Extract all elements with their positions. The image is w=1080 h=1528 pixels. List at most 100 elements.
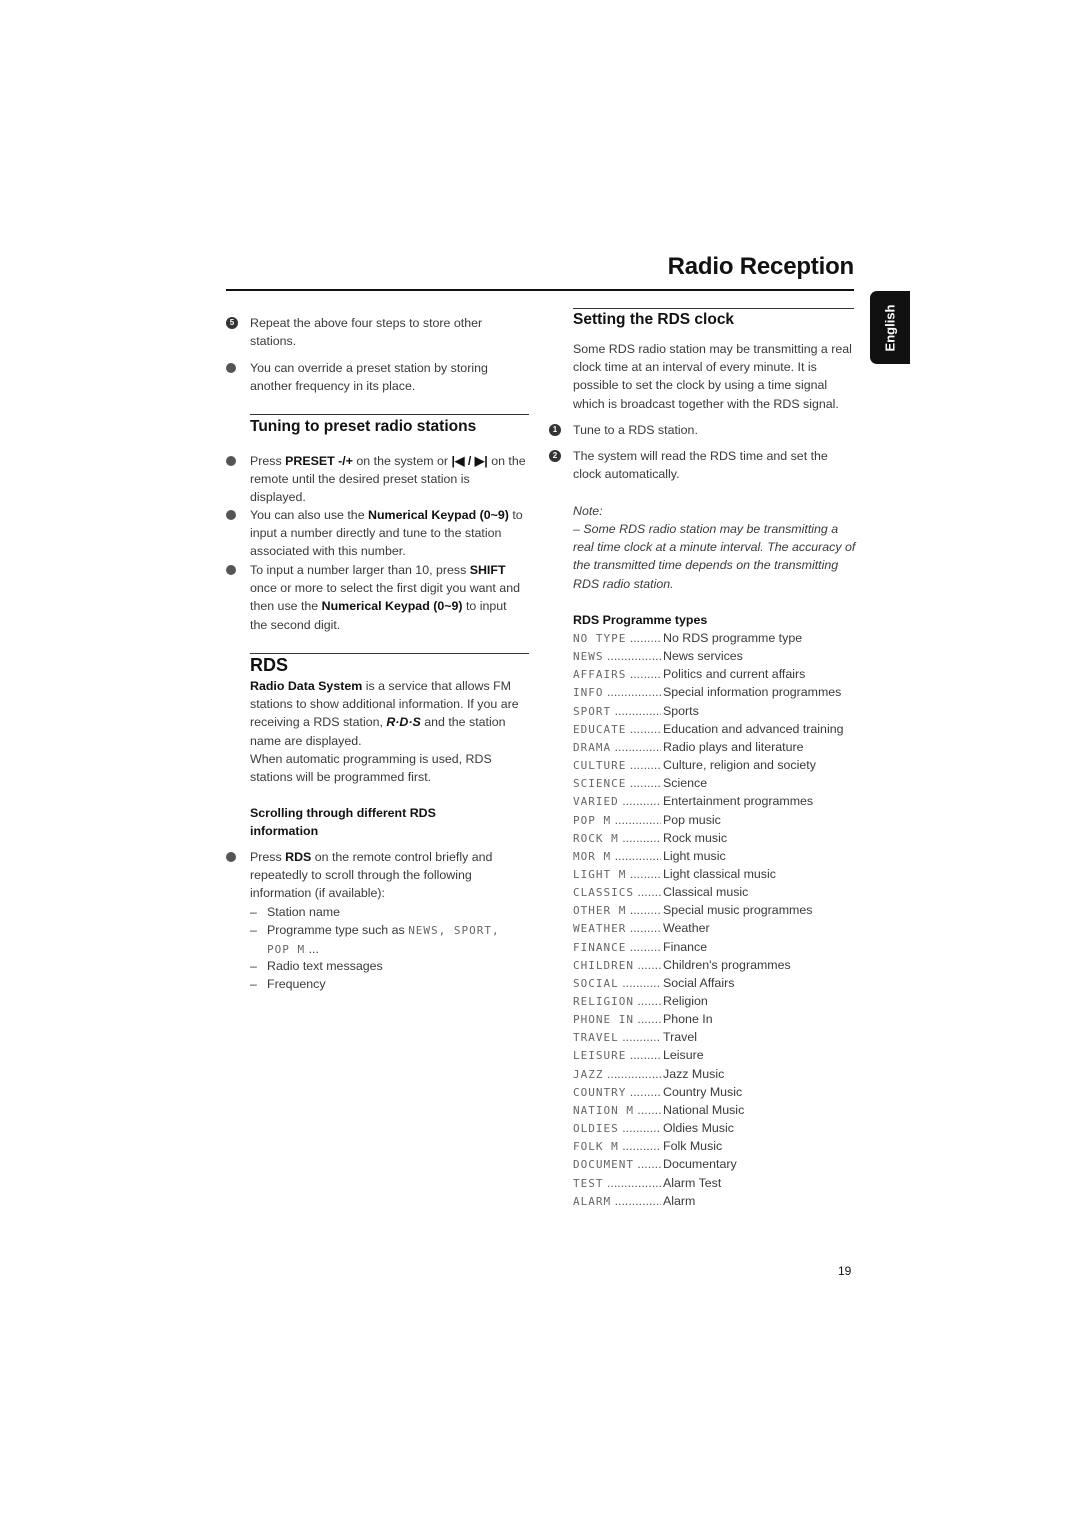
lcd-code: SPORT: [573, 704, 612, 718]
programme-type-description: Politics and current affairs: [663, 667, 806, 682]
programme-type-code: ROCK M .................................…: [573, 829, 661, 848]
programme-type-row: NEWS ...................................…: [573, 647, 863, 665]
step-number-5-icon: 5: [226, 317, 238, 329]
programme-type-code: SCIENCE ................................…: [573, 774, 661, 793]
leader-dots: ........................................: [629, 758, 661, 773]
section-rule: [573, 308, 854, 309]
override-note-text: You can override a preset station by sto…: [250, 361, 488, 394]
programme-type-code: WEATHER ................................…: [573, 919, 661, 938]
lcd-code: FOLK M: [573, 1140, 619, 1154]
programme-type-row: SPORT ..................................…: [573, 702, 863, 720]
page-title: Radio Reception: [667, 253, 855, 280]
programme-type-description: Culture, religion and society: [663, 758, 816, 773]
lcd-code: NATION M: [573, 1103, 634, 1117]
leader-dots: ........................................: [622, 975, 661, 990]
programme-type-row: MOR M ..................................…: [573, 847, 863, 865]
programme-type-code: OTHER M ................................…: [573, 901, 661, 920]
lcd-code: SCIENCE: [573, 777, 627, 791]
programme-type-description: Oldies Music: [663, 1121, 734, 1136]
programme-type-code: NO TYPE ................................…: [573, 629, 661, 648]
programme-type-code: PHONE IN ...............................…: [573, 1010, 661, 1029]
step-text: Tune to a RDS station.: [573, 423, 698, 437]
programme-type-code: TEST ...................................…: [573, 1174, 661, 1193]
programme-type-row: ALARM ..................................…: [573, 1192, 863, 1210]
programme-type-row: CLASSICS ...............................…: [573, 883, 863, 901]
tuning-bullet-1: Press PRESET -/+ on the system or |◀ / ▶…: [226, 452, 526, 507]
override-note: You can override a preset station by sto…: [226, 359, 526, 395]
programme-type-description: Documentary: [663, 1157, 737, 1172]
text: To input a number larger than 10, press: [250, 563, 470, 577]
tuning-heading: Tuning to preset radio stations: [250, 418, 477, 435]
programme-type-row: SOCIAL .................................…: [573, 974, 863, 992]
programme-type-code: SOCIAL .................................…: [573, 974, 661, 993]
programme-type-description: National Music: [663, 1102, 745, 1117]
scroll-bullet: Press RDS on the remote control briefly …: [226, 848, 526, 903]
programme-type-row: VARIED .................................…: [573, 792, 863, 810]
leader-dots: ........................................: [622, 794, 661, 809]
rds-heading: RDS: [250, 655, 289, 675]
programme-type-code: POP M ..................................…: [573, 811, 661, 830]
bullet-icon: [226, 565, 236, 575]
scroll-heading: Scrolling through different RDS informat…: [250, 806, 436, 838]
lcd-code: FINANCE: [573, 940, 627, 954]
programme-type-row: DOCUMENT ...............................…: [573, 1155, 863, 1173]
programme-type-description: Finance: [663, 939, 708, 954]
programme-type-description: Entertainment programmes: [663, 794, 814, 809]
programme-type-description: Weather: [663, 921, 710, 936]
leader-dots: ........................................: [629, 1048, 661, 1063]
clock-step-2: 2 The system will read the RDS time and …: [549, 447, 854, 483]
rds-logo: R·D·S: [386, 715, 421, 730]
step-number-1-icon: 1: [549, 424, 561, 436]
programme-type-code: LEISURE ................................…: [573, 1046, 661, 1065]
programme-type-description: Travel: [663, 1030, 697, 1045]
programme-type-code: FINANCE ................................…: [573, 938, 661, 957]
prev-next-icon: |◀ / ▶|: [451, 454, 488, 468]
programme-type-code: DRAMA ..................................…: [573, 738, 661, 757]
programme-type-row: CHILDREN ...............................…: [573, 956, 863, 974]
leader-dots: ........................................: [622, 1121, 661, 1136]
programme-type-row: FOLK M .................................…: [573, 1137, 863, 1155]
leader-dots: ........................................: [629, 776, 661, 791]
leader-dots: ........................................: [637, 1012, 661, 1027]
lcd-code: DOCUMENT: [573, 1158, 634, 1172]
shift-key-label: SHIFT: [469, 563, 506, 577]
programme-type-code: RELIGION ...............................…: [573, 992, 661, 1011]
programme-type-description: Light music: [663, 848, 726, 863]
scroll-item-text: Frequency: [267, 977, 326, 991]
text: on the system or: [352, 454, 452, 468]
bullet-icon: [226, 456, 236, 466]
programme-type-description: News services: [663, 649, 743, 664]
programme-type-description: Country Music: [663, 1084, 743, 1099]
programme-type-description: Classical music: [663, 885, 749, 900]
lcd-code: OLDIES: [573, 1122, 619, 1136]
leader-dots: ........................................: [606, 685, 661, 700]
programme-type-row: LIGHT M ................................…: [573, 865, 863, 883]
leader-dots: ........................................: [622, 1030, 661, 1045]
leader-dots: ........................................: [637, 957, 661, 972]
lcd-code: AFFAIRS: [573, 668, 627, 682]
lcd-code: WEATHER: [573, 922, 627, 936]
lcd-code: VARIED: [573, 795, 619, 809]
lcd-code: NO TYPE: [573, 632, 627, 645]
programme-type-row: PHONE IN ...............................…: [573, 1010, 863, 1028]
bullet-icon: [226, 363, 236, 373]
leader-dots: ........................................: [629, 631, 661, 645]
bullet-icon: [226, 852, 236, 862]
leader-dots: ........................................: [614, 739, 661, 754]
note-text: – Some RDS radio station may be transmit…: [573, 522, 856, 591]
programme-type-code: CHILDREN ...............................…: [573, 956, 661, 975]
step-text: The system will read the RDS time and se…: [573, 449, 828, 482]
scroll-item: – Radio text messages: [250, 957, 520, 975]
lcd-code: ROCK M: [573, 831, 619, 845]
text: ...: [305, 942, 319, 957]
scroll-item: – Frequency: [250, 975, 520, 993]
programme-type-description: Alarm Test: [663, 1175, 722, 1190]
programme-type-row: LEISURE ................................…: [573, 1046, 863, 1064]
programme-type-description: Alarm: [663, 1193, 696, 1208]
programme-type-description: Pop music: [663, 812, 721, 827]
leader-dots: ........................................: [629, 921, 661, 936]
lcd-code: INFO: [573, 686, 604, 700]
lcd-code: OTHER M: [573, 904, 627, 918]
clock-heading: Setting the RDS clock: [573, 311, 735, 328]
clock-step-1: 1 Tune to a RDS station.: [549, 421, 854, 439]
